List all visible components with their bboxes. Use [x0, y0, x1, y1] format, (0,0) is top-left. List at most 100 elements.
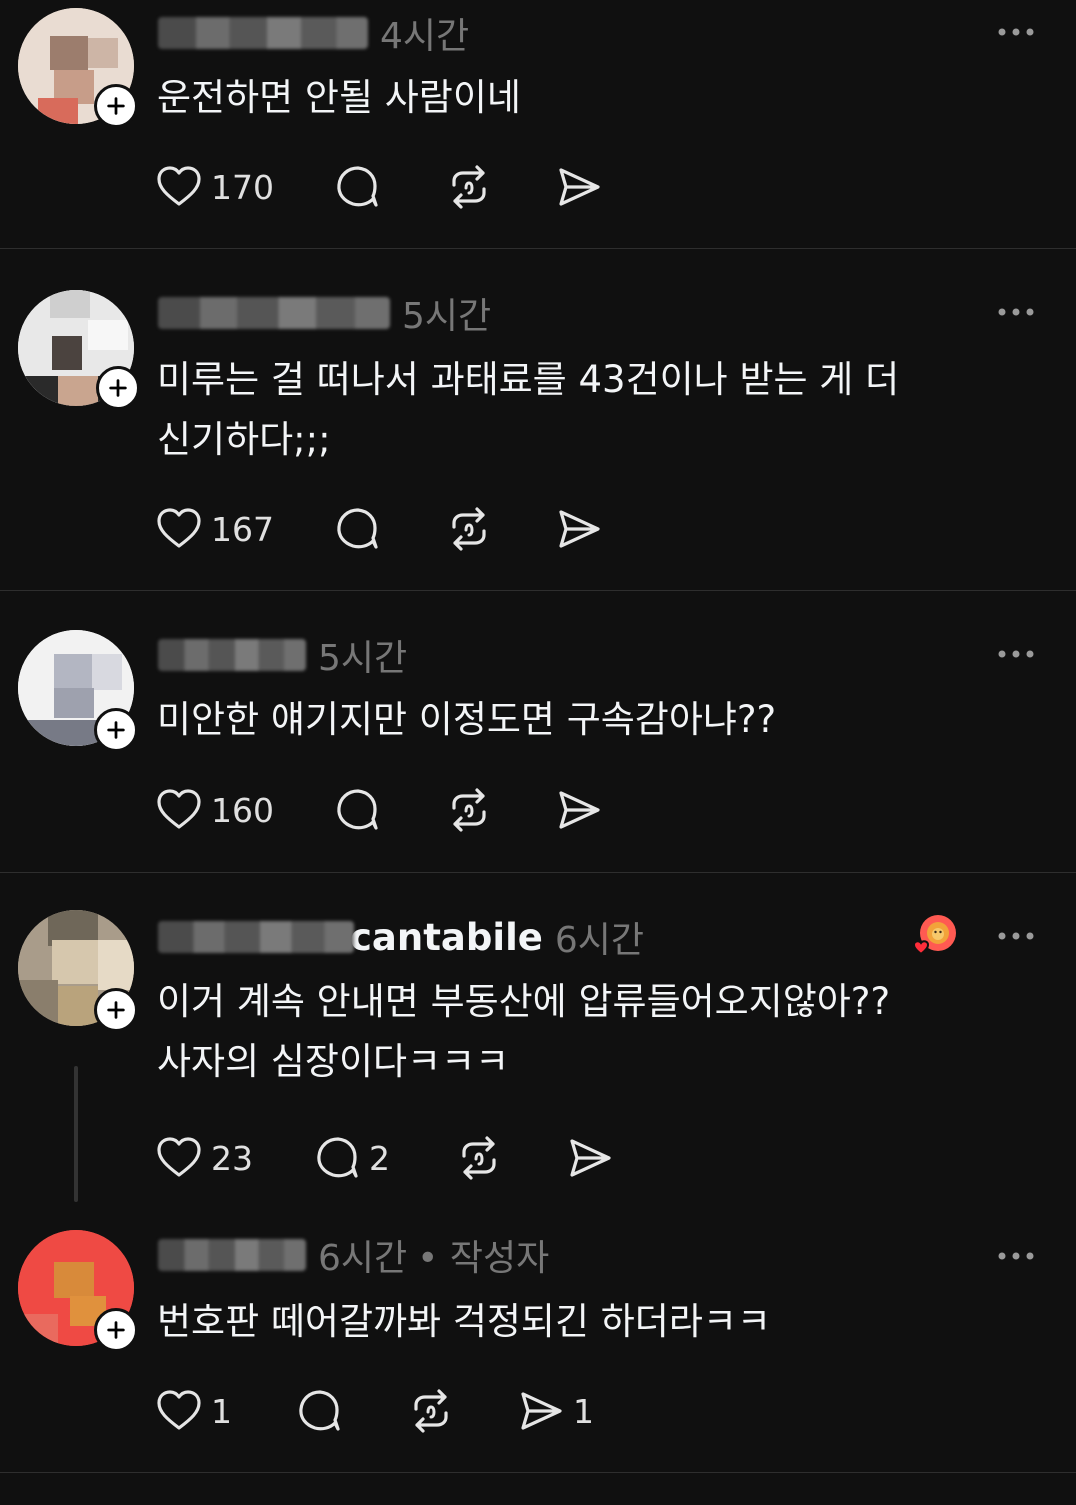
divider: [0, 1472, 1076, 1473]
more-dots-icon: [998, 308, 1034, 316]
plus-icon: [109, 379, 127, 397]
plus-icon: [107, 721, 125, 739]
divider: [0, 590, 1076, 591]
comment-header: 6시간 • 작성자: [158, 1232, 550, 1279]
comment-text-line: 운전하면 안될 사람이네: [157, 76, 521, 119]
comment-text: 이거 계속 안내면 부동산에 압류들어오지않아?? 사자의 심장이다ㅋㅋㅋ: [157, 972, 1017, 1092]
username[interactable]: [158, 17, 368, 49]
share-count: 1: [573, 1391, 594, 1431]
share-button[interactable]: [566, 1133, 614, 1183]
comment-bubble-icon: [337, 508, 378, 549]
heart-icon: [157, 789, 201, 829]
share-button[interactable]: [555, 504, 603, 554]
author-label: • 작성자: [417, 1238, 550, 1279]
heart-icon: [157, 1137, 201, 1177]
send-icon: [559, 168, 600, 206]
lion-avatar-with-heart-icon: [912, 915, 956, 956]
more-options-button[interactable]: [996, 1246, 1036, 1266]
like-count: 23: [211, 1138, 253, 1178]
username[interactable]: [158, 1239, 306, 1271]
more-options-button[interactable]: [996, 926, 1036, 946]
comment-bubble-icon: [299, 1390, 340, 1431]
comment-text: 운전하면 안될 사람이네: [157, 68, 1017, 128]
comment-header: cantabile 6시간: [158, 914, 644, 961]
follow-button[interactable]: [94, 708, 138, 752]
repost-button[interactable]: [445, 504, 493, 554]
repost-icon: [462, 1136, 496, 1180]
comment-text-line: 신기하다;;;: [157, 418, 331, 461]
more-options-button[interactable]: [996, 22, 1036, 42]
repost-icon: [452, 788, 486, 832]
timestamp: 6시간: [554, 920, 644, 961]
timestamp: 5시간: [318, 638, 408, 679]
like-button[interactable]: 160: [155, 785, 274, 835]
username[interactable]: [158, 921, 354, 953]
follow-button[interactable]: [94, 1308, 138, 1352]
heart-icon: [157, 166, 201, 206]
username[interactable]: [158, 639, 306, 671]
reply-button[interactable]: [333, 785, 381, 835]
comment-header: 4시간: [158, 10, 470, 57]
reply-button[interactable]: [333, 162, 381, 212]
comment-text-line: 이거 계속 안내면 부동산에 압류들어오지않아??: [157, 980, 891, 1023]
comment-text: 미루는 걸 떠나서 과태료를 43건이나 받는 게 더 신기하다;;;: [157, 350, 1017, 470]
comment-bubble-icon: [337, 789, 378, 830]
comment-header: 5시간: [158, 632, 408, 679]
reply-button[interactable]: [333, 504, 381, 554]
comment-header: 5시간: [158, 290, 492, 337]
comment-text-line: 미루는 걸 떠나서 과태료를 43건이나 받는 게 더: [157, 358, 900, 401]
heart-icon: [157, 1390, 201, 1430]
comment-text-line: 사자의 심장이다ㅋㅋㅋ: [157, 1040, 510, 1083]
like-button[interactable]: 1: [155, 1386, 232, 1436]
thread-connector-line: [74, 1066, 78, 1202]
like-count: 167: [211, 509, 274, 549]
comment-bubble-icon: [317, 1137, 358, 1178]
like-count: 170: [211, 167, 274, 207]
divider: [0, 872, 1076, 873]
more-dots-icon: [998, 650, 1034, 658]
repost-button[interactable]: [445, 785, 493, 835]
heart-icon: [157, 508, 201, 548]
comment-text-line: 번호판 떼어갈까봐 걱정되긴 하더라ㅋㅋ: [157, 1300, 771, 1343]
author-liked-badge: [910, 912, 958, 960]
plus-icon: [107, 97, 125, 115]
timestamp: 6시간: [318, 1238, 408, 1279]
plus-icon: [107, 1001, 125, 1019]
like-count: 1: [211, 1391, 232, 1431]
comment-text: 미안한 얘기지만 이정도면 구속감아냐??: [157, 690, 1017, 750]
send-icon: [521, 1392, 562, 1430]
more-options-button[interactable]: [996, 644, 1036, 664]
follow-button[interactable]: [94, 84, 138, 128]
comment-text-line: 미안한 얘기지만 이정도면 구속감아냐??: [157, 698, 777, 741]
like-button[interactable]: 170: [155, 162, 274, 212]
share-button[interactable]: 1: [517, 1386, 594, 1436]
username[interactable]: [158, 297, 390, 329]
repost-button[interactable]: [455, 1133, 503, 1183]
repost-button[interactable]: [407, 1386, 455, 1436]
follow-button[interactable]: [94, 988, 138, 1032]
follow-button[interactable]: [96, 366, 140, 410]
comment-text: 번호판 떼어갈까봐 걱정되긴 하더라ㅋㅋ: [157, 1292, 1017, 1352]
timestamp: 5시간: [402, 296, 492, 337]
like-button[interactable]: 167: [155, 504, 274, 554]
reply-button[interactable]: 2: [313, 1133, 390, 1183]
send-icon: [559, 791, 600, 829]
repost-icon: [452, 507, 486, 551]
like-button[interactable]: 23: [155, 1133, 253, 1183]
repost-button[interactable]: [445, 162, 493, 212]
more-dots-icon: [998, 28, 1034, 36]
comment-bubble-icon: [337, 166, 378, 207]
more-dots-icon: [998, 932, 1034, 940]
reply-button[interactable]: [295, 1386, 343, 1436]
plus-icon: [107, 1321, 125, 1339]
send-icon: [570, 1139, 611, 1177]
more-options-button[interactable]: [996, 302, 1036, 322]
reply-count: 2: [369, 1138, 390, 1178]
share-button[interactable]: [555, 785, 603, 835]
more-dots-icon: [998, 1252, 1034, 1260]
username-visible-part[interactable]: cantabile: [350, 916, 543, 959]
timestamp: 4시간: [380, 16, 470, 57]
repost-icon: [452, 165, 486, 209]
send-icon: [559, 510, 600, 548]
share-button[interactable]: [555, 162, 603, 212]
